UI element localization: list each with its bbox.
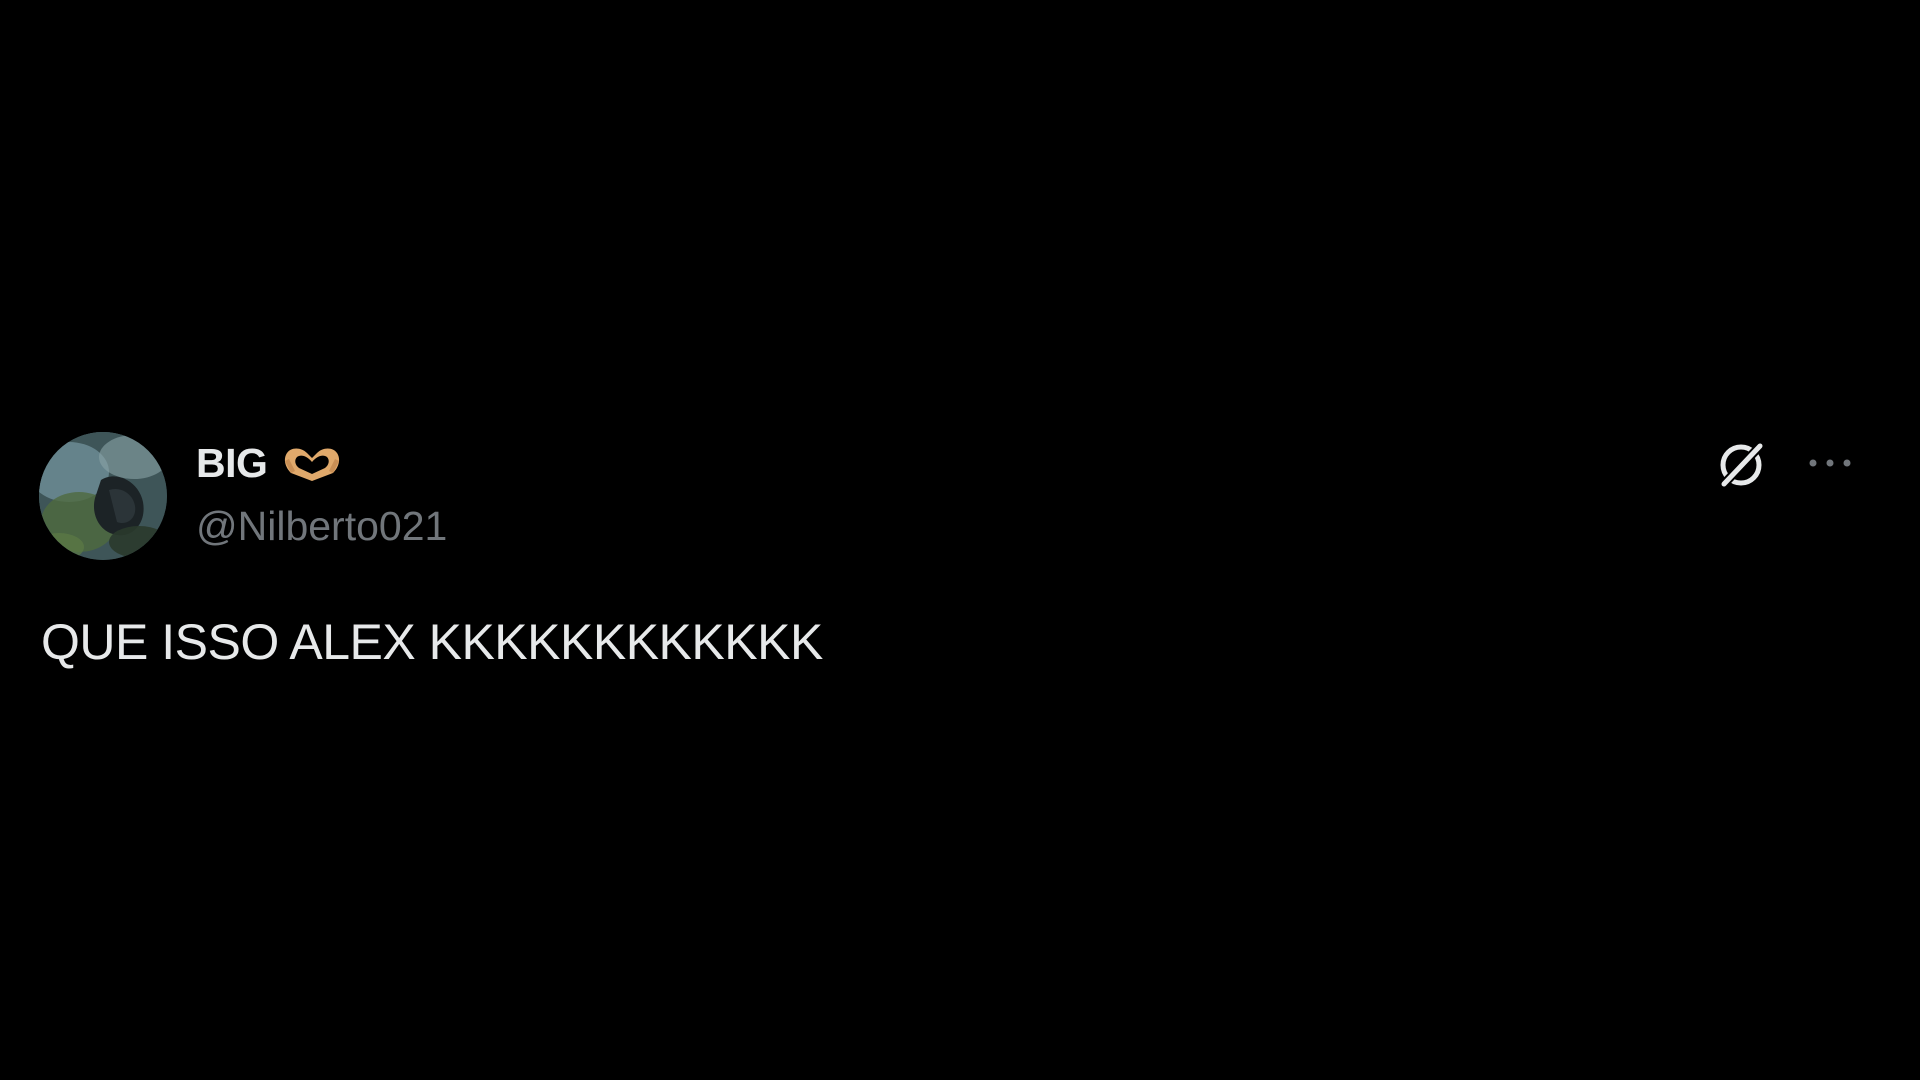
grok-button[interactable]	[1712, 438, 1770, 496]
heart-hands-icon	[281, 443, 343, 483]
post-text: QUE ISSO ALEX KKKKKKKKKKKK	[41, 614, 823, 670]
avatar-image	[39, 432, 167, 560]
more-options-icon	[1800, 453, 1860, 478]
grok-icon	[1712, 436, 1770, 499]
author-handle[interactable]: @Nilberto021	[196, 503, 447, 550]
avatar[interactable]	[39, 432, 167, 560]
more-options-button[interactable]	[1800, 440, 1860, 490]
author-display-name[interactable]: BIG	[196, 440, 268, 487]
post-card: BIG @Nilberto021 QUE ISSO ALEX KKKKKKKKK…	[0, 0, 1920, 1080]
author-name-row[interactable]: BIG	[196, 438, 343, 488]
